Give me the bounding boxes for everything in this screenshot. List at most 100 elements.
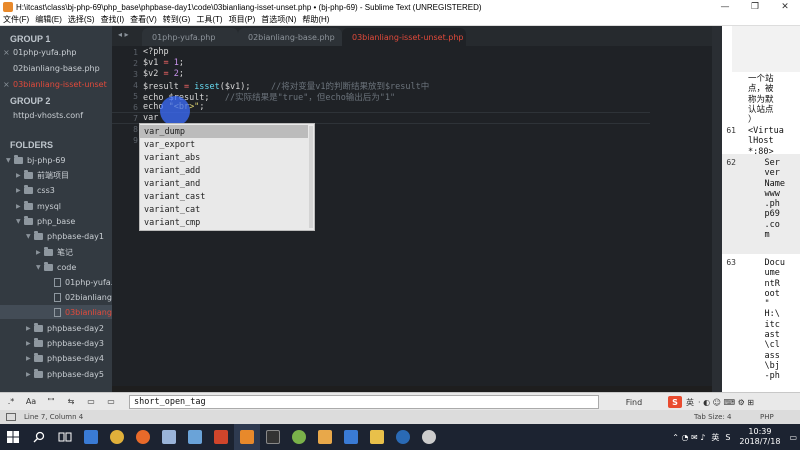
open-file-item-active[interactable]: × 03bianliang-isset-unset (3, 80, 107, 89)
chevron-right-icon[interactable]: ▶ (16, 187, 24, 194)
menu-view[interactable]: 查看(V) (127, 14, 160, 25)
note-icon[interactable] (182, 424, 208, 450)
clock[interactable]: 10:39 2018/7/18 (739, 427, 780, 447)
tab-size[interactable]: Tab Size: 4 (694, 413, 731, 421)
autocomplete-item[interactable]: var_export (140, 138, 308, 151)
autocomplete-item[interactable]: variant_cast (140, 190, 308, 203)
tree-file[interactable]: 01php-yufa.p (46, 276, 112, 288)
tray-icons[interactable]: ⌃ ◔ ✉ ♪ (672, 433, 705, 442)
autocomplete-item[interactable]: variant_add (140, 164, 308, 177)
tab-03bianliang-isset-unset[interactable]: 03bianliang-isset-unset.php (342, 28, 466, 46)
sublime-icon[interactable] (234, 424, 260, 450)
chevron-down-icon[interactable]: ▼ (6, 157, 14, 164)
tray-language[interactable]: 英 (711, 432, 719, 443)
menu-tools[interactable]: 工具(T) (193, 14, 225, 25)
terminal-icon[interactable] (260, 424, 286, 450)
gear-icon[interactable] (416, 424, 442, 450)
task-view-icon[interactable] (52, 424, 78, 450)
clock-time: 10:39 (748, 427, 772, 436)
tree-folder[interactable]: ▶ phpbase-day2 (26, 322, 104, 334)
folder-icon[interactable] (364, 424, 390, 450)
sogou-ime-icon[interactable]: S (668, 396, 682, 408)
tree-folder[interactable]: ▼ code (36, 261, 76, 273)
pen-icon[interactable] (338, 424, 364, 450)
menu-file[interactable]: 文件(F) (0, 14, 32, 25)
tree-folder[interactable]: ▶ phpbase-day3 (26, 337, 104, 349)
close-file-icon[interactable]: × (3, 80, 11, 89)
close-file-icon[interactable]: × (3, 48, 11, 57)
tree-folder[interactable]: ▶ 笔记 (36, 246, 73, 258)
search-icon[interactable] (26, 424, 52, 450)
autocomplete-item[interactable]: variant_cmp (140, 216, 308, 229)
notepad-icon[interactable] (156, 424, 182, 450)
tree-folder[interactable]: ▼ php_base (16, 215, 75, 227)
open-file-item[interactable]: 02bianliang-base.php (3, 64, 100, 73)
chevron-down-icon[interactable]: ▼ (36, 264, 44, 271)
tab-scroll-arrows[interactable]: ◂ ▸ (118, 30, 129, 39)
regex-toggle[interactable]: .* (2, 394, 20, 410)
tree-file[interactable]: 02bianliang-t (46, 291, 112, 303)
sogou-tray-icon[interactable]: S (725, 433, 730, 442)
autocomplete-item[interactable]: variant_and (140, 177, 308, 190)
folders-header: FOLDERS (10, 140, 54, 150)
tree-folder[interactable]: ▼ bj-php-69 (6, 154, 65, 166)
tree-folder[interactable]: ▶ phpbase-day4 (26, 352, 104, 364)
editor-scrollbar[interactable] (712, 26, 722, 392)
menu-goto[interactable]: 转到(G) (160, 14, 194, 25)
tree-folder[interactable]: ▶ 前端项目 (16, 169, 69, 181)
tree-folder[interactable]: ▶ phpbase-day5 (26, 368, 104, 380)
minimize-button[interactable]: — (710, 0, 740, 14)
powerpoint-icon[interactable] (208, 424, 234, 450)
autocomplete-item[interactable]: variant_cat (140, 203, 308, 216)
close-button[interactable]: ✕ (770, 0, 800, 14)
tree-file-selected[interactable]: 03bianliang-i (46, 306, 112, 318)
right-editor-pane[interactable]: 一个站 点，被 称为默 认站点 ） 61 <Virtua lHost *:80>… (722, 26, 800, 392)
maximize-button[interactable]: ❐ (740, 0, 770, 14)
whole-word-toggle[interactable]: "" (42, 394, 60, 410)
open-file-item[interactable]: × 01php-yufa.php (3, 48, 76, 57)
store-icon[interactable] (78, 424, 104, 450)
menu-help[interactable]: 帮助(H) (299, 14, 332, 25)
tab-02bianliang-base[interactable]: 02bianliang-base.php (238, 28, 342, 46)
chevron-right-icon[interactable]: ▶ (26, 355, 34, 362)
ime-toolbar[interactable]: S 英 · ◐ ☺ ⌨ ⚙ ⊞ (668, 395, 796, 409)
chevron-right-icon[interactable]: ▶ (16, 203, 24, 210)
chevron-right-icon[interactable]: ▶ (26, 340, 34, 347)
chevron-right-icon[interactable]: ▶ (36, 249, 44, 256)
tree-folder[interactable]: ▶ css3 (16, 184, 55, 196)
tree-folder[interactable]: ▼ phpbase-day1 (26, 230, 104, 242)
tree-folder[interactable]: ▶ mysql (16, 200, 61, 212)
open-file-item[interactable]: httpd-vhosts.conf (3, 111, 83, 120)
chevron-down-icon[interactable]: ▼ (16, 218, 24, 225)
chevron-down-icon[interactable]: ▼ (26, 233, 34, 240)
case-toggle[interactable]: Aa (22, 394, 40, 410)
tab-01php-yufa[interactable]: 01php-yufa.php (142, 28, 238, 46)
menu-find[interactable]: 查找(I) (98, 14, 128, 25)
chrome-icon[interactable] (104, 424, 130, 450)
menu-edit[interactable]: 编辑(E) (32, 14, 65, 25)
syntax-mode[interactable]: PHP (760, 413, 774, 421)
panel-toggle-icon[interactable] (6, 413, 16, 421)
steam-icon[interactable] (390, 424, 416, 450)
notification-icon[interactable]: ▭ (789, 433, 797, 442)
autocomplete-item-selected[interactable]: var_dump (140, 125, 308, 138)
find-button[interactable]: Find (606, 395, 662, 409)
windows-start-icon[interactable] (0, 424, 26, 450)
spider-icon[interactable] (286, 424, 312, 450)
autocomplete-scrollbar[interactable] (309, 126, 313, 228)
autocomplete-item[interactable]: variant_abs (140, 151, 308, 164)
chevron-right-icon[interactable]: ▶ (16, 172, 24, 179)
chevron-right-icon[interactable]: ▶ (26, 325, 34, 332)
find-input[interactable]: short_open_tag (129, 395, 599, 409)
in-selection-toggle[interactable]: ▭ (82, 394, 100, 410)
image-icon[interactable] (312, 424, 338, 450)
highlight-matches-toggle[interactable]: ▭ (102, 394, 120, 410)
menu-preferences[interactable]: 首选项(N) (258, 14, 299, 25)
menu-selection[interactable]: 选择(S) (65, 14, 98, 25)
chevron-right-icon[interactable]: ▶ (26, 371, 34, 378)
ime-language[interactable]: 英 (686, 397, 694, 408)
wrap-toggle[interactable]: ⇆ (62, 394, 80, 410)
firefox-icon[interactable] (130, 424, 156, 450)
ime-tool-icons[interactable]: · ◐ ☺ ⌨ ⚙ ⊞ (698, 398, 754, 407)
menu-project[interactable]: 项目(P) (226, 14, 259, 25)
